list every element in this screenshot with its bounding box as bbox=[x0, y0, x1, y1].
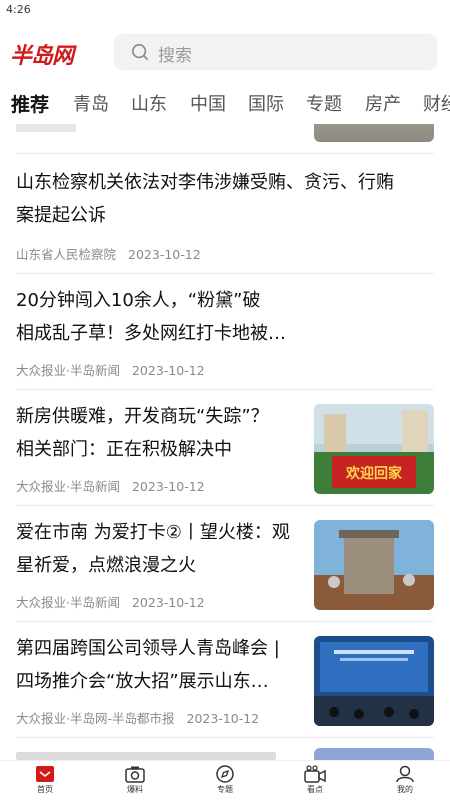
search-bar[interactable]: 搜索 bbox=[114, 34, 437, 70]
news-thumbnail bbox=[314, 520, 434, 610]
news-title-line: 第四届跨国公司领导人青岛峰会 | bbox=[16, 638, 280, 659]
tab-report[interactable]: 爆料 bbox=[105, 765, 165, 795]
news-title-line: 山东检察机关依法对李伟涉嫌受贿、贪污、行贿 bbox=[16, 172, 394, 193]
news-title: 新房供暖难，开发商玩“失踪”？ 相关部门：正在积极解决中 bbox=[16, 400, 306, 466]
tab-label: 爆料 bbox=[127, 785, 143, 794]
partial-meta-placeholder bbox=[16, 124, 76, 132]
search-placeholder: 搜索 bbox=[158, 46, 192, 66]
news-meta: 大众报业·半岛新闻 2023-10-12 bbox=[16, 360, 205, 379]
tab-qingdao[interactable]: 青岛 bbox=[73, 90, 109, 116]
tab-topics-bottom[interactable]: 专题 bbox=[195, 765, 255, 795]
category-tabs: 推荐 青岛 山东 中国 国际 专题 房产 财经 bbox=[0, 84, 450, 124]
news-item[interactable]: 爱在市南 为爱打卡②丨望火楼：观 星祈爱，点燃浪漫之火 大众报业·半岛新闻 202… bbox=[16, 516, 434, 622]
news-date: 2023-10-12 bbox=[131, 363, 205, 378]
building-photo-icon: 欢迎回家 bbox=[314, 404, 434, 494]
news-title-line: 相关部门：正在积极解决中 bbox=[16, 439, 232, 460]
news-thumbnail bbox=[314, 748, 434, 760]
news-title: 山东检察机关依法对李伟涉嫌受贿、贪污、行贿 案提起公诉 bbox=[16, 166, 434, 232]
news-title: 爱在市南 为爱打卡②丨望火楼：观 星祈爱，点燃浪漫之火 bbox=[16, 516, 306, 582]
tab-label: 首页 bbox=[37, 785, 53, 794]
search-icon bbox=[131, 43, 149, 61]
tab-shandong[interactable]: 山东 bbox=[131, 90, 167, 116]
news-item[interactable]: 新房供暖难，开发商玩“失踪”？ 相关部门：正在积极解决中 大众报业·半岛新闻 20… bbox=[16, 400, 434, 506]
tower-photo-icon bbox=[314, 520, 434, 610]
news-feed[interactable]: 山东检察机关依法对李伟涉嫌受贿、贪污、行贿 案提起公诉 山东省人民检察院 2023… bbox=[0, 124, 450, 760]
news-title-line: 爱在市南 为爱打卡②丨望火楼：观 bbox=[16, 522, 290, 543]
news-item[interactable]: 山东检察机关依法对李伟涉嫌受贿、贪污、行贿 案提起公诉 山东省人民检察院 2023… bbox=[16, 166, 434, 274]
news-item[interactable]: 20分钟闯入10余人，“粉黛”破 相成乱子草！多处网红打卡地被… 大众报业·半岛… bbox=[16, 284, 434, 390]
news-item-partial[interactable] bbox=[16, 748, 434, 760]
news-title: 20分钟闯入10余人，“粉黛”破 相成乱子草！多处网红打卡地被… bbox=[16, 284, 306, 350]
news-date: 2023-10-12 bbox=[131, 479, 205, 494]
news-title: 第四届跨国公司领导人青岛峰会 | 四场推介会“放大招”展示山东… bbox=[16, 632, 306, 698]
video-camera-icon bbox=[304, 765, 326, 783]
status-time: 4:26 bbox=[6, 3, 31, 16]
news-title-line: 星祈爱，点燃浪漫之火 bbox=[16, 555, 196, 576]
user-icon bbox=[396, 765, 414, 783]
news-date: 2023-10-12 bbox=[128, 247, 201, 262]
tab-home[interactable]: 首页 bbox=[15, 765, 75, 795]
header: 半岛网 搜索 bbox=[0, 28, 450, 78]
tab-china[interactable]: 中国 bbox=[190, 90, 226, 116]
tab-label: 我的 bbox=[397, 785, 413, 794]
tab-recommend[interactable]: 推荐 bbox=[11, 90, 49, 117]
partial-title-placeholder bbox=[16, 752, 276, 760]
conference-photo-icon bbox=[314, 636, 434, 726]
tab-realestate[interactable]: 房产 bbox=[365, 90, 401, 116]
news-thumbnail: 欢迎回家 bbox=[314, 404, 434, 494]
news-item-partial[interactable] bbox=[16, 124, 434, 154]
news-date: 2023-10-12 bbox=[131, 595, 205, 610]
bottom-tab-bar: 首页 爆料 专题 看点 我的 bbox=[0, 760, 450, 800]
tab-finance[interactable]: 财经 bbox=[423, 90, 450, 116]
news-thumbnail bbox=[314, 124, 434, 142]
news-meta: 山东省人民检察院 2023-10-12 bbox=[16, 244, 201, 263]
tab-profile[interactable]: 我的 bbox=[375, 765, 435, 795]
tab-international[interactable]: 国际 bbox=[248, 90, 284, 116]
status-bar: 4:26 bbox=[0, 0, 450, 20]
tab-video[interactable]: 看点 bbox=[285, 765, 345, 795]
news-date: 2023-10-12 bbox=[186, 711, 260, 726]
news-title-line: 案提起公诉 bbox=[16, 205, 106, 226]
tab-label: 专题 bbox=[217, 785, 233, 794]
tab-label: 看点 bbox=[307, 785, 323, 794]
news-title-line: 20分钟闯入10余人，“粉黛”破 bbox=[16, 290, 261, 311]
tab-topics[interactable]: 专题 bbox=[306, 90, 342, 116]
news-title-line: 四场推介会“放大招”展示山东… bbox=[16, 671, 269, 692]
news-source: 大众报业·半岛新闻 bbox=[16, 595, 120, 610]
home-icon bbox=[36, 766, 54, 782]
news-item[interactable]: 第四届跨国公司领导人青岛峰会 | 四场推介会“放大招”展示山东… 大众报业·半岛… bbox=[16, 632, 434, 738]
news-meta: 大众报业·半岛网-半岛都市报 2023-10-12 bbox=[16, 708, 259, 727]
news-title-line: 新房供暖难，开发商玩“失踪”？ bbox=[16, 406, 269, 427]
news-source: 大众报业·半岛网-半岛都市报 bbox=[16, 711, 175, 726]
news-thumbnail bbox=[314, 636, 434, 726]
news-source: 大众报业·半岛新闻 bbox=[16, 363, 120, 378]
news-meta: 大众报业·半岛新闻 2023-10-12 bbox=[16, 592, 205, 611]
compass-icon bbox=[216, 765, 234, 783]
thumb-sign-text: 欢迎回家 bbox=[345, 465, 403, 482]
news-meta: 大众报业·半岛新闻 2023-10-12 bbox=[16, 476, 205, 495]
news-source: 山东省人民检察院 bbox=[16, 247, 117, 262]
camera-icon bbox=[125, 766, 145, 783]
news-title-line: 相成乱子草！多处网红打卡地被… bbox=[16, 323, 286, 344]
app-logo[interactable]: 半岛网 bbox=[10, 38, 74, 70]
news-source: 大众报业·半岛新闻 bbox=[16, 479, 120, 494]
